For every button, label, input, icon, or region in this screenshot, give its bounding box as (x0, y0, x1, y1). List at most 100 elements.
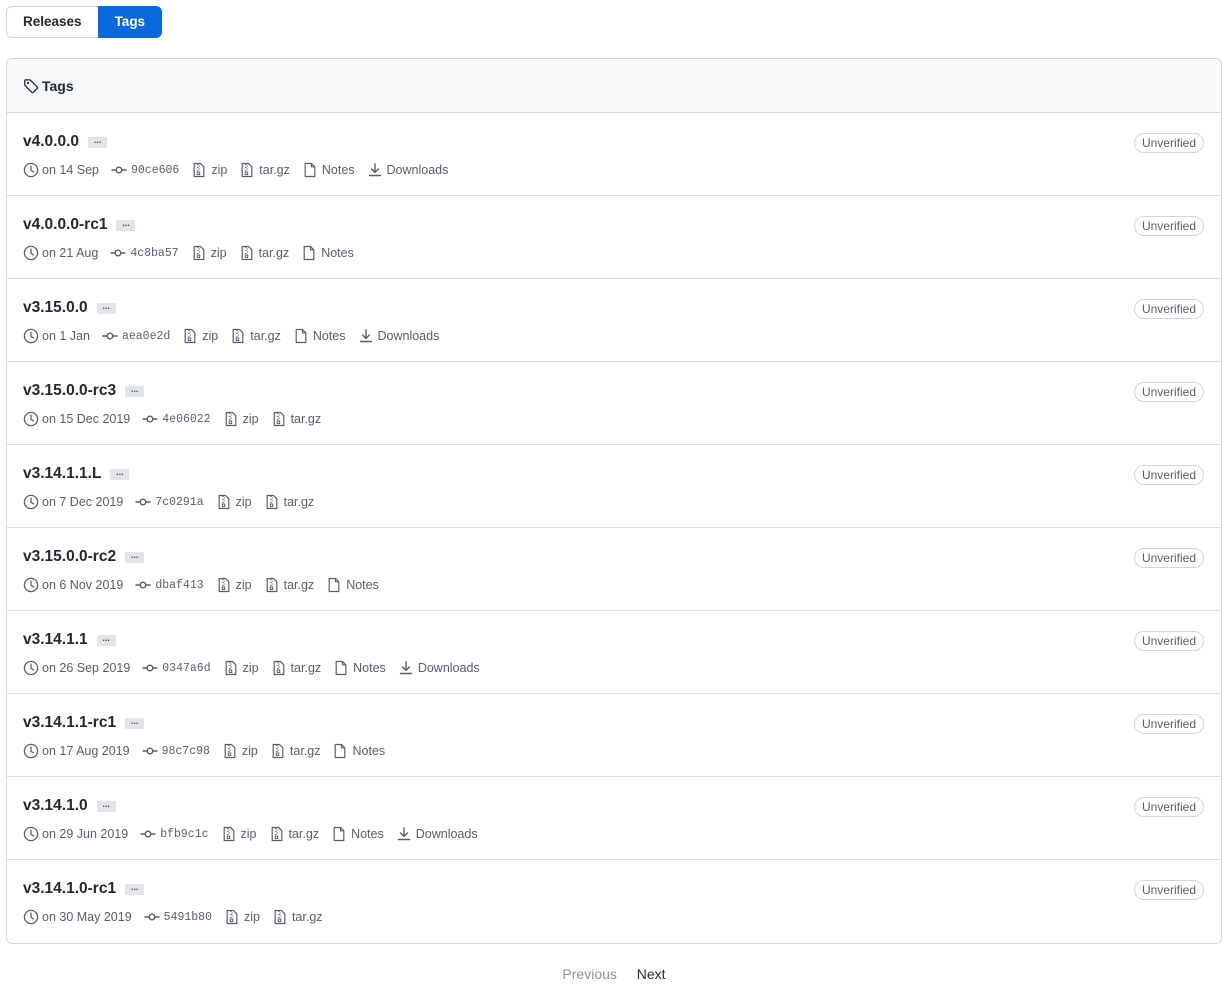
expand-ellipsis-button[interactable]: ... (125, 384, 145, 397)
commit-sha-link[interactable]: 4e06022 (142, 411, 211, 427)
file-zip-icon (239, 245, 259, 261)
file-icon (333, 660, 353, 676)
targz-download-link-text: tar.gz (250, 329, 281, 343)
tags-tab[interactable]: Tags (97, 6, 163, 38)
zip-download-link[interactable]: zip (216, 577, 252, 593)
notes-link[interactable]: Notes (301, 245, 354, 261)
tag-meta: on 6 Nov 2019 dbaf413 zip tar.gz Notes (23, 577, 1205, 593)
downloads-link[interactable]: Downloads (367, 162, 448, 178)
expand-ellipsis-button[interactable]: ... (125, 716, 145, 729)
unverified-badge[interactable]: Unverified (1133, 299, 1204, 319)
unverified-badge[interactable]: Unverified (1133, 216, 1204, 236)
commit-icon (102, 328, 122, 344)
tag-name-link[interactable]: v3.14.1.0 (23, 797, 88, 815)
notes-link-text: Notes (351, 827, 384, 841)
notes-link[interactable]: Notes (331, 826, 384, 842)
unverified-badge[interactable]: Unverified (1133, 465, 1204, 485)
zip-download-link[interactable]: zip (224, 909, 260, 925)
zip-download-link[interactable]: zip (191, 245, 227, 261)
notes-link[interactable]: Notes (333, 660, 386, 676)
expand-ellipsis-button[interactable]: ... (125, 550, 145, 563)
downloads-link[interactable]: Downloads (398, 660, 480, 676)
targz-download-link[interactable]: tar.gz (230, 328, 281, 344)
tag-date-text: on 21 Aug (42, 246, 99, 260)
commit-sha-link[interactable]: bfb9c1c (140, 826, 209, 842)
commit-sha-link[interactable]: 5491b80 (144, 909, 212, 925)
tag-name-link[interactable]: v3.14.1.0-rc1 (23, 880, 116, 898)
file-zip-icon (264, 494, 284, 510)
targz-download-link[interactable]: tar.gz (239, 162, 290, 178)
targz-download-link-text: tar.gz (283, 495, 315, 509)
zip-download-link[interactable]: zip (191, 162, 227, 178)
tag-name-link[interactable]: v4.0.0.0-rc1 (23, 216, 107, 234)
commit-icon (142, 411, 162, 427)
zip-download-link[interactable]: zip (223, 660, 259, 676)
commit-sha-link[interactable]: 4c8ba57 (110, 245, 179, 261)
targz-download-link[interactable]: tar.gz (264, 494, 315, 510)
expand-ellipsis-button[interactable]: ... (88, 135, 108, 148)
commit-icon (110, 245, 130, 261)
tag-name-link[interactable]: v3.15.0.0-rc2 (23, 548, 116, 566)
commit-sha-link[interactable]: 7c0291a (135, 494, 204, 510)
tag-name-link[interactable]: v3.14.1.1.L (23, 465, 101, 483)
unverified-badge[interactable]: Unverified (1133, 714, 1204, 734)
unverified-badge[interactable]: Unverified (1133, 133, 1204, 153)
targz-download-link[interactable]: tar.gz (239, 245, 289, 261)
commit-sha-link-text: aea0e2d (121, 329, 171, 343)
zip-download-link-text: zip (240, 827, 257, 841)
unverified-badge[interactable]: Unverified (1133, 382, 1204, 402)
expand-ellipsis-button[interactable]: ... (96, 633, 116, 646)
commit-sha-link[interactable]: 90ce606 (111, 162, 179, 178)
targz-download-link[interactable]: tar.gz (269, 826, 319, 842)
tag-row-header: v3.14.1.0... (23, 797, 1205, 815)
commit-sha-link[interactable]: 98c7c98 (142, 743, 210, 759)
targz-download-link[interactable]: tar.gz (264, 577, 314, 593)
commit-sha-link[interactable]: aea0e2d (102, 328, 170, 344)
commit-sha-link[interactable]: dbaf413 (135, 577, 204, 593)
tag-date-text: on 30 May 2019 (42, 910, 132, 924)
targz-download-link[interactable]: tar.gz (270, 743, 320, 759)
zip-download-link[interactable]: zip (222, 743, 258, 759)
commit-icon (142, 743, 162, 759)
tag-date: on 26 Sep 2019 (23, 660, 130, 676)
targz-download-link[interactable]: tar.gz (271, 660, 321, 676)
tag-date: on 6 Nov 2019 (23, 577, 123, 593)
expand-ellipsis-button[interactable]: ... (96, 301, 116, 314)
expand-ellipsis-button[interactable]: ... (96, 799, 116, 812)
unverified-badge[interactable]: Unverified (1133, 631, 1204, 651)
next-page-button[interactable]: Next (635, 966, 668, 982)
file-icon (332, 743, 352, 759)
clock-icon (23, 494, 42, 510)
tag-date: on 30 May 2019 (23, 909, 132, 925)
expand-ellipsis-button[interactable]: ... (125, 882, 145, 895)
tag-name-link[interactable]: v3.14.1.1 (23, 631, 88, 649)
notes-link[interactable]: Notes (293, 328, 346, 344)
commit-icon (111, 162, 131, 178)
tag-row-header: v3.14.1.0-rc1... (23, 880, 1205, 898)
downloads-link[interactable]: Downloads (396, 826, 478, 842)
tags-box: Tags v4.0.0.0... Unverified on 14 Sep 90ce6… (6, 58, 1222, 944)
zip-download-link[interactable]: zip (223, 411, 259, 427)
notes-link[interactable]: Notes (332, 743, 385, 759)
commit-sha-link[interactable]: 0347a6d (142, 660, 211, 676)
file-zip-icon (269, 826, 289, 842)
expand-ellipsis-button[interactable]: ... (110, 467, 130, 480)
tag-name-link[interactable]: v3.14.1.1-rc1 (23, 714, 116, 732)
zip-download-link[interactable]: zip (182, 328, 218, 344)
unverified-badge[interactable]: Unverified (1133, 797, 1204, 817)
releases-tab[interactable]: Releases (6, 6, 98, 38)
commit-sha-link-text: 98c7c98 (161, 744, 210, 758)
notes-link[interactable]: Notes (302, 162, 355, 178)
downloads-link[interactable]: Downloads (358, 328, 439, 344)
zip-download-link[interactable]: zip (216, 494, 252, 510)
expand-ellipsis-button[interactable]: ... (116, 218, 136, 231)
notes-link[interactable]: Notes (326, 577, 379, 593)
targz-download-link[interactable]: tar.gz (271, 411, 321, 427)
tag-name-link[interactable]: v3.15.0.0 (23, 299, 88, 317)
tag-name-link[interactable]: v3.15.0.0-rc3 (23, 382, 116, 400)
targz-download-link[interactable]: tar.gz (272, 909, 323, 925)
tag-name-link[interactable]: v4.0.0.0 (23, 133, 79, 151)
zip-download-link[interactable]: zip (221, 826, 257, 842)
unverified-badge[interactable]: Unverified (1133, 548, 1204, 568)
unverified-badge[interactable]: Unverified (1133, 880, 1204, 900)
